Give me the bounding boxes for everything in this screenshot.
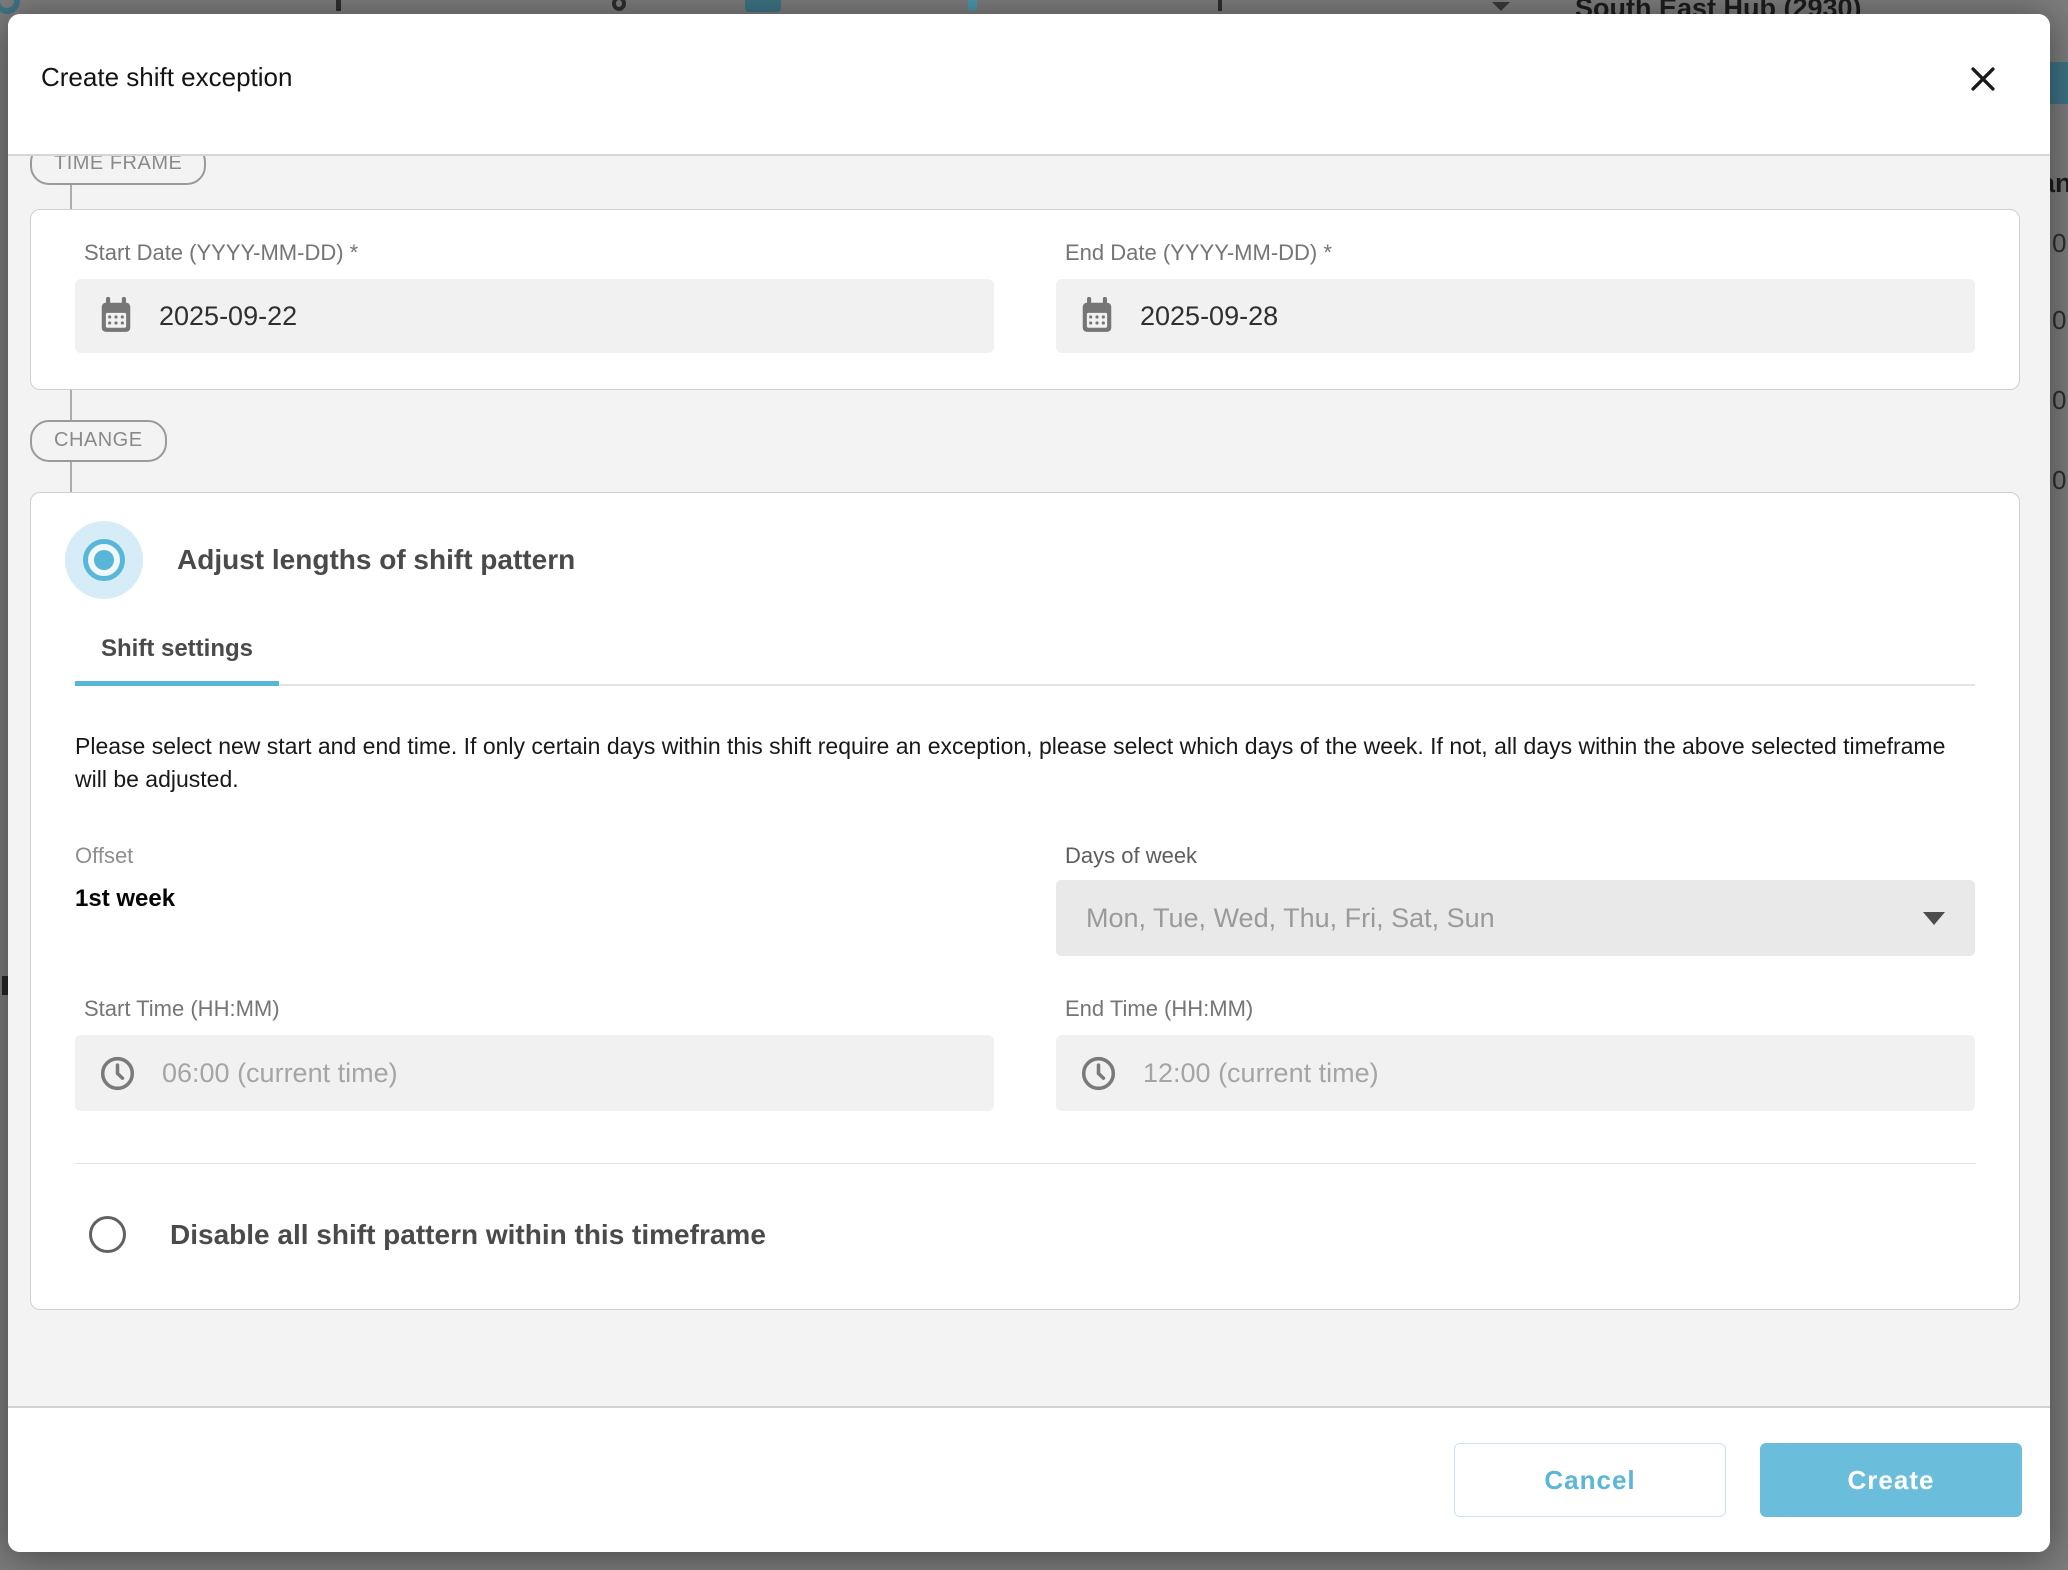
timeframe-section-badge: TIME FRAME <box>30 156 206 185</box>
time-row: Start Time (HH:MM) 06:00 (current time) … <box>75 996 1975 1111</box>
radio-unselected-icon[interactable] <box>89 1216 126 1253</box>
caret-down-icon <box>1923 912 1945 925</box>
dialog-body: TIME FRAME Start Date (YYYY-MM-DD) * <box>8 156 2050 1406</box>
days-of-week-value: Mon, Tue, Wed, Thu, Fri, Sat, Sun <box>1086 903 1923 934</box>
background-text-fragment <box>1218 0 1222 11</box>
radio-ring <box>83 539 125 581</box>
background-text-fragment <box>336 0 341 11</box>
start-time-placeholder: 06:00 (current time) <box>162 1058 398 1089</box>
offset-days-row: Offset 1st week Days of week Mon, Tue, W… <box>75 843 1975 956</box>
radio-selected-icon[interactable] <box>65 521 143 599</box>
offset-value: 1st week <box>75 885 994 913</box>
background-logo-fragment <box>0 0 20 14</box>
background-time-fragment: 0 <box>2052 385 2066 416</box>
dialog-header: Create shift exception <box>8 14 2050 156</box>
end-time-field[interactable]: 12:00 (current time) <box>1056 1035 1975 1111</box>
end-date-value: 2025-09-28 <box>1140 301 1278 332</box>
radio-dot <box>94 550 114 570</box>
create-shift-exception-dialog: Create shift exception TIME FRAME Start … <box>8 14 2050 1552</box>
days-of-week-label: Days of week <box>1056 843 1975 869</box>
calendar-icon <box>1078 297 1116 335</box>
tab-shift-settings-label: Shift settings <box>101 635 253 662</box>
option-adjust-label: Adjust lengths of shift pattern <box>177 544 575 576</box>
section-connector-line <box>70 462 72 492</box>
option-disable-shift-pattern[interactable]: Disable all shift pattern within this ti… <box>89 1216 1975 1253</box>
start-date-value: 2025-09-22 <box>159 301 297 332</box>
start-date-field[interactable]: 2025-09-22 <box>75 279 994 353</box>
days-of-week-select[interactable]: Mon, Tue, Wed, Thu, Fri, Sat, Sun <box>1056 880 1975 956</box>
close-button[interactable] <box>1966 60 2004 98</box>
background-banner-fragment <box>2050 62 2068 104</box>
start-time-field[interactable]: 06:00 (current time) <box>75 1035 994 1111</box>
background-time-fragment: 0 <box>2052 465 2066 496</box>
tab-shift-settings[interactable]: Shift settings <box>75 621 279 684</box>
section-divider <box>75 1163 1975 1164</box>
section-connector-line <box>70 390 72 420</box>
create-button[interactable]: Create <box>1760 1443 2022 1517</box>
end-date-field[interactable]: 2025-09-28 <box>1056 279 1975 353</box>
end-date-label: End Date (YYYY-MM-DD) * <box>1056 240 1975 266</box>
close-icon <box>1966 62 2000 96</box>
change-section-badge: CHANGE <box>30 420 167 462</box>
end-date-group: End Date (YYYY-MM-DD) * 2025-09-28 <box>1056 240 1975 353</box>
tabbar: Shift settings <box>75 621 1975 686</box>
calendar-icon <box>97 297 135 335</box>
dialog-footer: Cancel Create <box>8 1406 2050 1552</box>
option-disable-label: Disable all shift pattern within this ti… <box>170 1219 766 1251</box>
change-card: Adjust lengths of shift pattern Shift se… <box>30 492 2020 1310</box>
start-time-group: Start Time (HH:MM) 06:00 (current time) <box>75 996 994 1111</box>
days-of-week-group: Days of week Mon, Tue, Wed, Thu, Fri, Sa… <box>1056 843 1975 956</box>
option-adjust-shift-pattern[interactable]: Adjust lengths of shift pattern <box>65 521 1975 599</box>
background-text-fragment <box>612 0 626 11</box>
timeframe-card: Start Date (YYYY-MM-DD) * 2025-09-22 <box>30 209 2020 390</box>
offset-label: Offset <box>75 843 994 869</box>
clock-icon <box>1080 1055 1117 1092</box>
screen: South East Hub (2930) an 0 0 0 0 Create … <box>0 0 2068 1570</box>
background-toggle-fragment <box>745 0 781 12</box>
end-time-group: End Time (HH:MM) 12:00 (current time) <box>1056 996 1975 1111</box>
start-time-label: Start Time (HH:MM) <box>75 996 994 1022</box>
end-time-placeholder: 12:00 (current time) <box>1143 1058 1379 1089</box>
cancel-button[interactable]: Cancel <box>1454 1443 1726 1517</box>
offset-group: Offset 1st week <box>75 843 994 913</box>
background-time-fragment: 0 <box>2052 228 2066 259</box>
section-connector-line <box>70 185 72 209</box>
chevron-down-icon <box>1492 2 1510 11</box>
start-date-group: Start Date (YYYY-MM-DD) * 2025-09-22 <box>75 240 994 353</box>
background-toggle-fragment <box>968 0 977 11</box>
change-section-label: CHANGE <box>54 429 143 451</box>
clock-icon <box>99 1055 136 1092</box>
end-time-label: End Time (HH:MM) <box>1056 996 1975 1022</box>
dialog-title: Create shift exception <box>41 62 292 93</box>
background-time-fragment: 0 <box>2052 305 2066 336</box>
start-date-label: Start Date (YYYY-MM-DD) * <box>75 240 994 266</box>
timeframe-section-label: TIME FRAME <box>54 156 182 174</box>
shift-settings-description: Please select new start and end time. If… <box>75 730 1975 795</box>
